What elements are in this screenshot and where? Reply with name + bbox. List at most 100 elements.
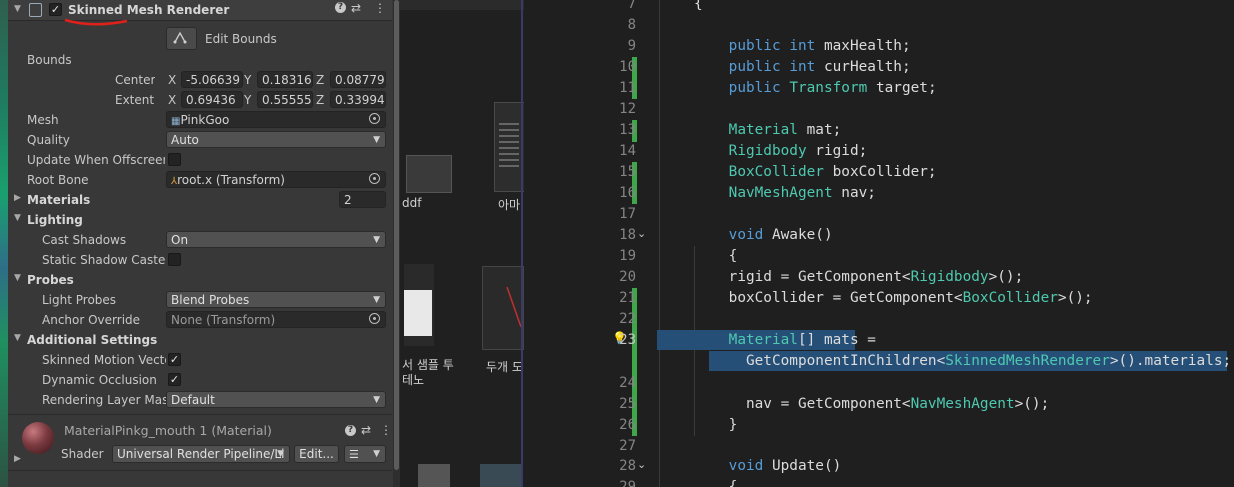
component-header[interactable]: ▼ ✓ Skinned Mesh Renderer ? ⇄ ⋮ <box>8 0 392 26</box>
additional-settings-label: Additional Settings <box>27 333 158 347</box>
static-shadow-checkbox[interactable] <box>168 253 181 266</box>
line-number: 11 <box>619 80 636 96</box>
edit-shader-label: Edit... <box>299 447 334 461</box>
axis-x-label: X <box>168 93 177 107</box>
light-probes-dropdown[interactable]: Blend Probes ▼ <box>166 291 386 308</box>
code-line[interactable]: public Transform target; <box>694 80 937 96</box>
code-line[interactable]: Rigidbody rigid; <box>694 143 868 159</box>
quality-label: Quality <box>27 133 70 147</box>
fold-chevron-icon[interactable]: ⌄ <box>637 458 646 471</box>
scrollbar-thumb[interactable] <box>394 0 399 470</box>
materials-count-field[interactable]: 2 <box>339 191 386 208</box>
line-number: 13 <box>619 122 636 138</box>
scene-view-edge <box>0 0 8 487</box>
object-picker-icon[interactable] <box>369 113 380 124</box>
quality-dropdown[interactable]: Auto ▼ <box>166 131 386 148</box>
code-line[interactable]: Material mat; <box>694 122 842 138</box>
line-number: 23 <box>619 332 636 348</box>
more-options-icon[interactable]: ⋮ <box>380 423 392 437</box>
update-offscreen-checkbox[interactable] <box>168 153 181 166</box>
help-icon[interactable]: ? <box>335 2 346 13</box>
asset-thumbnail[interactable] <box>480 464 522 487</box>
root-bone-field[interactable]: ⅄root.x (Transform) <box>166 171 386 188</box>
center-x-field[interactable]: -5.06639 <box>181 71 243 88</box>
asset-thumbnail[interactable] <box>494 102 524 192</box>
expand-arrow-icon[interactable]: ▶ <box>14 454 21 464</box>
asset-label: ddf <box>402 196 422 210</box>
line-number: 28 <box>619 458 636 474</box>
rendering-layer-dropdown[interactable]: Default ▼ <box>166 391 386 408</box>
preset-icon[interactable]: ⇄ <box>361 423 371 437</box>
anchor-override-field[interactable]: None (Transform) <box>166 311 386 328</box>
lighting-header[interactable]: ▼ Lighting <box>8 210 392 230</box>
code-line[interactable]: { <box>694 479 738 487</box>
mesh-field[interactable]: ▦PinkGoo <box>166 111 386 128</box>
quality-row: Quality Auto ▼ <box>8 130 392 150</box>
skinned-motion-checkbox[interactable]: ✓ <box>168 353 181 366</box>
dynamic-occlusion-label: Dynamic Occlusion <box>42 373 157 387</box>
bounds-label: Bounds <box>27 53 72 67</box>
axis-z-label: Z <box>316 93 325 107</box>
help-icon[interactable]: ? <box>345 425 356 436</box>
more-options-icon[interactable]: ⋮ <box>374 1 386 15</box>
fold-chevron-icon[interactable]: ⌄ <box>637 227 646 240</box>
extent-x-field[interactable]: 0.69436 <box>181 91 243 108</box>
line-number: 8 <box>627 17 636 33</box>
code-line[interactable]: } <box>694 417 738 433</box>
preset-icon[interactable]: ⇄ <box>351 1 361 15</box>
shader-dropdown[interactable]: Universal Render Pipeline/Li ▼ <box>112 445 290 463</box>
code-line[interactable]: BoxCollider boxCollider; <box>694 164 937 180</box>
dropdown-arrow-icon: ▼ <box>277 449 284 459</box>
asset-thumbnail[interactable] <box>404 264 434 346</box>
line-number: 16 <box>619 185 636 201</box>
collapse-arrow-icon[interactable]: ▼ <box>14 4 21 14</box>
line-number: 12 <box>619 101 636 117</box>
code-line[interactable]: boxCollider = GetComponent<BoxCollider>(… <box>694 290 1093 306</box>
code-line[interactable]: public int curHealth; <box>694 59 911 75</box>
probes-header[interactable]: ▼ Probes <box>8 270 392 290</box>
object-picker-icon[interactable] <box>369 313 380 324</box>
rendering-layer-row: Rendering Layer Mask Default ▼ <box>8 390 392 410</box>
root-bone-row: Root Bone ⅄root.x (Transform) <box>8 170 392 190</box>
object-picker-icon[interactable] <box>369 173 380 184</box>
project-panel: ddf 아마 서 샘플 투 테노 두개 도 <box>400 0 524 487</box>
code-line[interactable]: nav = GetComponent<NavMeshAgent>(); <box>694 396 1049 412</box>
component-enabled-checkbox[interactable]: ✓ <box>49 3 62 16</box>
anchor-override-value: None (Transform) <box>171 313 276 327</box>
collapse-arrow-icon[interactable]: ▼ <box>14 273 21 283</box>
code-line[interactable]: Material[] mats = <box>694 332 876 348</box>
code-editor[interactable]: ⌄ ⌄ 💡 { public int maxHealth; public int… <box>524 0 1234 487</box>
asset-thumbnail[interactable] <box>482 266 524 350</box>
code-line[interactable]: void Update() <box>694 458 842 474</box>
collapse-arrow-icon[interactable]: ▼ <box>14 333 21 343</box>
materials-row[interactable]: ▶ Materials 2 <box>8 190 392 210</box>
extent-y-field[interactable]: 0.555558 <box>257 91 313 108</box>
dynamic-occlusion-checkbox[interactable]: ✓ <box>168 373 181 386</box>
rendering-layer-value: Default <box>171 393 215 407</box>
center-y-field[interactable]: 0.183162 <box>257 71 313 88</box>
shader-options-button[interactable]: ☰ ▼ <box>344 445 386 463</box>
asset-thumbnail[interactable] <box>406 155 452 193</box>
code-line[interactable]: public int maxHealth; <box>694 38 911 54</box>
center-z-field[interactable]: 0.087797 <box>330 71 386 88</box>
code-line[interactable]: { <box>694 248 738 264</box>
edit-shader-button[interactable]: Edit... <box>294 445 339 463</box>
code-line[interactable]: rigid = GetComponent<Rigidbody>(); <box>694 269 1024 285</box>
line-number: 22 <box>619 311 636 327</box>
edit-bounds-button[interactable] <box>166 27 197 50</box>
cast-shadows-dropdown[interactable]: On ▼ <box>166 231 386 248</box>
mesh-value: PinkGoo <box>180 113 230 127</box>
extent-z-field[interactable]: 0.339942 <box>330 91 386 108</box>
asset-thumbnail[interactable] <box>418 464 450 487</box>
line-number: 18 <box>619 227 636 243</box>
code-line[interactable]: { <box>694 0 703 12</box>
code-line[interactable]: void Awake() <box>694 227 833 243</box>
inspector-scrollbar[interactable] <box>393 0 400 487</box>
skinned-mesh-icon <box>29 3 42 17</box>
additional-settings-header[interactable]: ▼ Additional Settings <box>8 330 392 350</box>
line-number: 27 <box>619 438 636 454</box>
collapse-arrow-icon[interactable]: ▼ <box>14 213 21 223</box>
code-line[interactable]: GetComponentInChildren<SkinnedMeshRender… <box>694 353 1231 369</box>
expand-arrow-icon[interactable]: ▶ <box>14 193 21 203</box>
code-line[interactable]: NavMeshAgent nav; <box>694 185 876 201</box>
